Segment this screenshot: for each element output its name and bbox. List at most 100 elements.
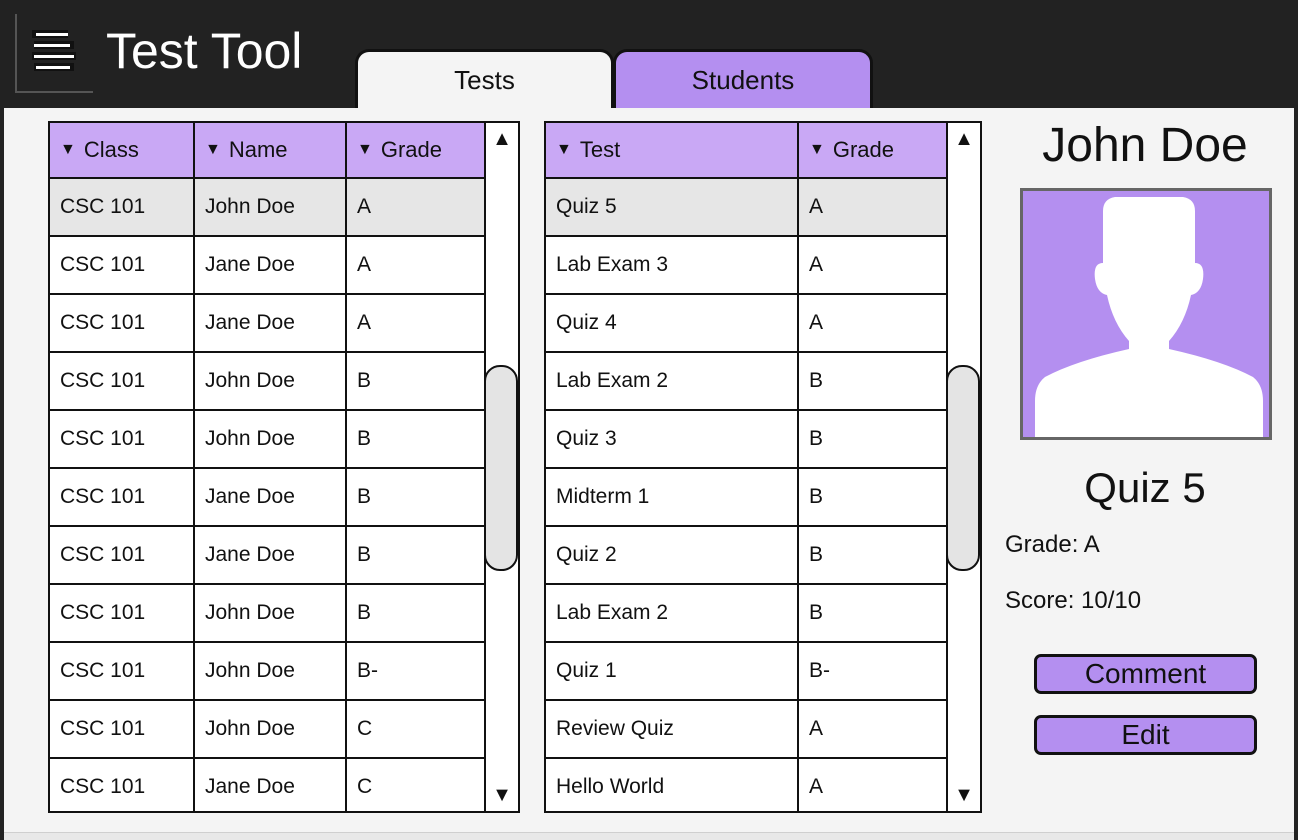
table-row[interactable]: CSC 101 John Doe B bbox=[50, 584, 487, 643]
table-cell: Quiz 1 bbox=[546, 642, 799, 701]
table-cell: B bbox=[346, 526, 487, 585]
table-cell: B- bbox=[346, 642, 487, 701]
column-header-grade[interactable]: ▼ Grade bbox=[346, 123, 487, 179]
table-cell: John Doe bbox=[194, 584, 347, 643]
table-cell: A bbox=[798, 700, 949, 759]
sort-down-icon[interactable]: ▼ bbox=[556, 141, 572, 159]
tests-scrollbar[interactable]: ▲ ▼ bbox=[946, 123, 980, 811]
table-row[interactable]: Quiz 2B bbox=[546, 526, 949, 585]
grade-text: Grade: A bbox=[1005, 531, 1100, 558]
menu-lines-icon[interactable] bbox=[32, 30, 78, 74]
table-row[interactable]: Lab Exam 3A bbox=[546, 236, 949, 295]
table-row[interactable]: CSC 101 John Doe B bbox=[50, 410, 487, 469]
table-row[interactable]: Hello World A bbox=[546, 758, 949, 811]
table-cell: CSC 101 bbox=[50, 468, 195, 527]
table-cell: Jane Doe bbox=[194, 758, 347, 811]
table-row[interactable]: Midterm 1B bbox=[546, 468, 949, 527]
table-cell: Lab Exam 2 bbox=[546, 352, 799, 411]
scroll-thumb[interactable] bbox=[484, 365, 518, 571]
sort-down-icon[interactable]: ▼ bbox=[205, 141, 221, 159]
column-header-name[interactable]: ▼ Name bbox=[194, 123, 347, 179]
table-row[interactable]: Quiz 4A bbox=[546, 294, 949, 353]
app-title: Test Tool bbox=[106, 23, 303, 79]
table-cell: B bbox=[798, 410, 949, 469]
app-header: Test Tool Tests Students bbox=[0, 0, 1298, 108]
table-row[interactable]: CSC 101 John Doe B- bbox=[50, 642, 487, 701]
table-header-row: ▼ Class ▼ Name ▼ Grade bbox=[50, 123, 487, 179]
table-row[interactable]: Quiz 1 B- bbox=[546, 642, 949, 701]
table-cell: John Doe bbox=[194, 410, 347, 469]
column-header-test[interactable]: ▼ Test bbox=[546, 123, 799, 179]
tab-students[interactable]: Students bbox=[613, 49, 873, 108]
table-cell: A bbox=[346, 294, 487, 353]
table-row[interactable]: CSC 101 John Doe A bbox=[50, 178, 487, 237]
table-cell: Quiz 4 bbox=[546, 294, 799, 353]
table-cell: B bbox=[798, 468, 949, 527]
table-cell: B bbox=[346, 584, 487, 643]
table-row[interactable]: CSC 101 Jane Doe C bbox=[50, 758, 487, 811]
table-cell: B bbox=[346, 468, 487, 527]
scroll-up-arrow-icon[interactable]: ▲ bbox=[486, 123, 518, 155]
column-header-label: Name bbox=[228, 137, 288, 162]
bottom-ruler bbox=[4, 832, 1294, 840]
table-cell: John Doe bbox=[194, 178, 347, 237]
scroll-down-arrow-icon[interactable]: ▼ bbox=[948, 779, 980, 811]
table-row[interactable]: CSC 101 John Doe B bbox=[50, 352, 487, 411]
students-scrollbar[interactable]: ▲ ▼ bbox=[484, 123, 518, 811]
column-header-label: Grade bbox=[380, 137, 442, 162]
table-cell: CSC 101 bbox=[50, 584, 195, 643]
table-row[interactable]: CSC 101 Jane Doe B bbox=[50, 526, 487, 585]
person-silhouette-icon bbox=[1035, 197, 1263, 437]
sort-down-icon[interactable]: ▼ bbox=[357, 141, 373, 159]
sort-down-icon[interactable]: ▼ bbox=[809, 141, 825, 159]
table-cell: CSC 101 bbox=[50, 410, 195, 469]
table-cell: Quiz 2 bbox=[546, 526, 799, 585]
column-header-label: Test bbox=[579, 137, 621, 162]
sort-down-icon[interactable]: ▼ bbox=[60, 141, 76, 159]
column-header-grade[interactable]: ▼ Grade bbox=[798, 123, 949, 179]
scroll-down-arrow-icon[interactable]: ▼ bbox=[486, 779, 518, 811]
table-row[interactable]: CSC 101 Jane Doe A bbox=[50, 236, 487, 295]
table-cell: CSC 101 bbox=[50, 758, 195, 811]
table-row[interactable]: Quiz 5A bbox=[546, 178, 949, 237]
table-row[interactable]: Quiz 3B bbox=[546, 410, 949, 469]
table-row[interactable]: CSC 101 Jane Doe A bbox=[50, 294, 487, 353]
table-header-row: ▼ Test ▼ Grade bbox=[546, 123, 949, 179]
table-cell: B bbox=[346, 352, 487, 411]
table-row[interactable]: CSC 101 Jane Doe B bbox=[50, 468, 487, 527]
table-cell: CSC 101 bbox=[50, 178, 195, 237]
table-cell: B bbox=[798, 352, 949, 411]
table-cell: A bbox=[346, 236, 487, 295]
tab-tests[interactable]: Tests bbox=[355, 49, 614, 108]
table-row[interactable]: Review Quiz A bbox=[546, 700, 949, 759]
tests-table: ▼ Test ▼ Grade Quiz 5 A Lab Exam 3 A Quiz 4 A La… bbox=[544, 121, 982, 813]
edit-button[interactable]: Edit bbox=[1034, 715, 1257, 755]
table-cell: Hello World bbox=[546, 758, 799, 811]
score-text: Score: 10/10 bbox=[1005, 587, 1142, 614]
column-header-label: Class bbox=[83, 137, 139, 162]
table-row[interactable]: CSC 101 John Doe C bbox=[50, 700, 487, 759]
table-cell: Jane Doe bbox=[194, 526, 347, 585]
table-cell: Jane Doe bbox=[194, 468, 347, 527]
scroll-thumb[interactable] bbox=[946, 365, 980, 571]
table-cell: A bbox=[346, 178, 487, 237]
table-cell: B bbox=[798, 584, 949, 643]
table-cell: Jane Doe bbox=[194, 294, 347, 353]
table-cell: B bbox=[798, 526, 949, 585]
table-cell: CSC 101 bbox=[50, 642, 195, 701]
table-cell: Jane Doe bbox=[194, 236, 347, 295]
students-table: ▼ Class ▼ Name ▼ Grade CSC 101 John Doe A CSC … bbox=[48, 121, 520, 813]
table-cell: CSC 101 bbox=[50, 352, 195, 411]
column-header-class[interactable]: ▼ Class bbox=[50, 123, 195, 179]
comment-button[interactable]: Comment bbox=[1034, 654, 1257, 694]
table-cell: CSC 101 bbox=[50, 294, 195, 353]
selected-test-title: Quiz 5 bbox=[1084, 464, 1206, 511]
table-cell: CSC 101 bbox=[50, 700, 195, 759]
scroll-up-arrow-icon[interactable]: ▲ bbox=[948, 123, 980, 155]
table-cell: A bbox=[798, 294, 949, 353]
student-name-heading: John Doe bbox=[1042, 119, 1248, 172]
table-cell: C bbox=[346, 700, 487, 759]
table-cell: Midterm 1 bbox=[546, 468, 799, 527]
table-row[interactable]: Lab Exam 2B bbox=[546, 352, 949, 411]
table-row[interactable]: Lab Exam 2B bbox=[546, 584, 949, 643]
